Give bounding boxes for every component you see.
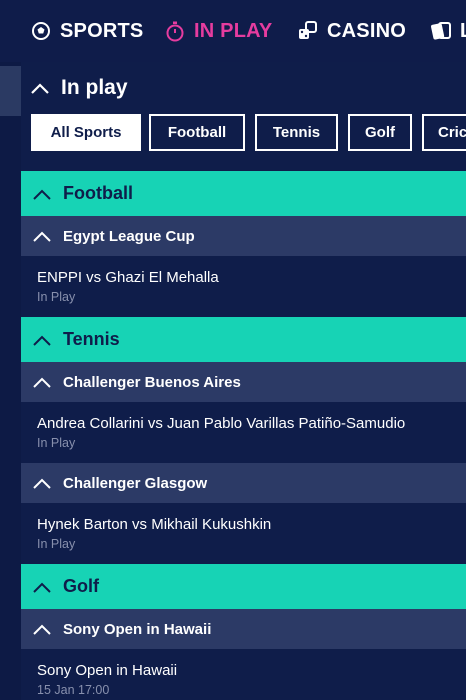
event-name: ENPPI vs Ghazi El Mehalla bbox=[37, 269, 219, 286]
event-status: In Play bbox=[37, 290, 76, 304]
chevron-up-icon bbox=[33, 230, 51, 242]
event-row[interactable]: Sony Open in Hawaii 15 Jan 17:00 bbox=[21, 649, 466, 700]
sport-header-golf[interactable]: Golf bbox=[21, 564, 466, 609]
dice-icon bbox=[297, 20, 319, 42]
event-name: Andrea Collarini vs Juan Pablo Varillas … bbox=[37, 415, 406, 432]
sport-header-football[interactable]: Football bbox=[21, 171, 466, 216]
event-name: Sony Open in Hawaii bbox=[37, 662, 178, 679]
in-play-title: In play bbox=[61, 76, 128, 99]
chevron-up-icon bbox=[33, 188, 51, 200]
event-row[interactable]: Hynek Barton vs Mikhail Kukushkin In Pla… bbox=[21, 503, 466, 564]
nav-live-casino-label: L bbox=[460, 20, 466, 43]
filter-tennis[interactable]: Tennis bbox=[255, 114, 338, 151]
stopwatch-icon bbox=[164, 20, 186, 42]
sport-name: Football bbox=[63, 183, 133, 203]
nav-casino[interactable]: CASINO bbox=[297, 0, 406, 62]
filter-cricket[interactable]: Cric bbox=[422, 114, 466, 151]
in-play-header[interactable]: In play bbox=[21, 62, 466, 114]
filter-all-sports[interactable]: All Sports bbox=[31, 114, 141, 151]
chevron-up-icon bbox=[33, 334, 51, 346]
filter-football[interactable]: Football bbox=[149, 114, 245, 151]
nav-in-play[interactable]: IN PLAY bbox=[164, 0, 272, 62]
nav-sports[interactable]: SPORTS bbox=[30, 0, 143, 62]
nav-live-casino[interactable]: L bbox=[430, 0, 466, 62]
chevron-up-icon bbox=[33, 376, 51, 388]
chevron-up-icon bbox=[31, 82, 49, 94]
competition-name: Egypt League Cup bbox=[63, 227, 195, 245]
cards-icon bbox=[430, 20, 452, 42]
sport-filter-bar: All Sports Football Tennis Golf Cric bbox=[21, 114, 466, 171]
nav-in-play-label: IN PLAY bbox=[194, 19, 273, 42]
left-rail-selection[interactable] bbox=[0, 66, 21, 116]
competition-header[interactable]: Challenger Buenos Aires bbox=[21, 362, 466, 402]
sport-name: Golf bbox=[63, 576, 99, 596]
event-status: 15 Jan 17:00 bbox=[37, 683, 110, 697]
event-status: In Play bbox=[37, 537, 76, 551]
competition-header[interactable]: Egypt League Cup bbox=[21, 216, 466, 256]
chevron-up-icon bbox=[33, 581, 51, 593]
nav-casino-label: CASINO bbox=[327, 19, 406, 42]
event-row[interactable]: ENPPI vs Ghazi El Mehalla In Play bbox=[21, 256, 466, 317]
nav-sports-label: SPORTS bbox=[60, 19, 144, 42]
sport-header-tennis[interactable]: Tennis bbox=[21, 317, 466, 362]
chevron-up-icon bbox=[33, 623, 51, 635]
competition-header[interactable]: Sony Open in Hawaii bbox=[21, 609, 466, 649]
competition-name: Challenger Buenos Aires bbox=[63, 373, 241, 391]
top-navigation: SPORTS IN PLAY CASINO L bbox=[0, 0, 466, 62]
event-name: Hynek Barton vs Mikhail Kukushkin bbox=[37, 516, 272, 533]
chevron-up-icon bbox=[33, 477, 51, 489]
competition-name: Challenger Glasgow bbox=[63, 474, 208, 492]
event-status: In Play bbox=[37, 436, 76, 450]
filter-golf[interactable]: Golf bbox=[348, 114, 412, 151]
competition-name: Sony Open in Hawaii bbox=[63, 620, 212, 638]
event-row[interactable]: Andrea Collarini vs Juan Pablo Varillas … bbox=[21, 402, 466, 463]
in-play-panel: In play All Sports Football Tennis Golf … bbox=[21, 62, 466, 700]
sport-name: Tennis bbox=[63, 329, 120, 349]
competition-header[interactable]: Challenger Glasgow bbox=[21, 463, 466, 503]
left-rail bbox=[0, 62, 21, 700]
soccer-ball-icon bbox=[30, 20, 52, 42]
